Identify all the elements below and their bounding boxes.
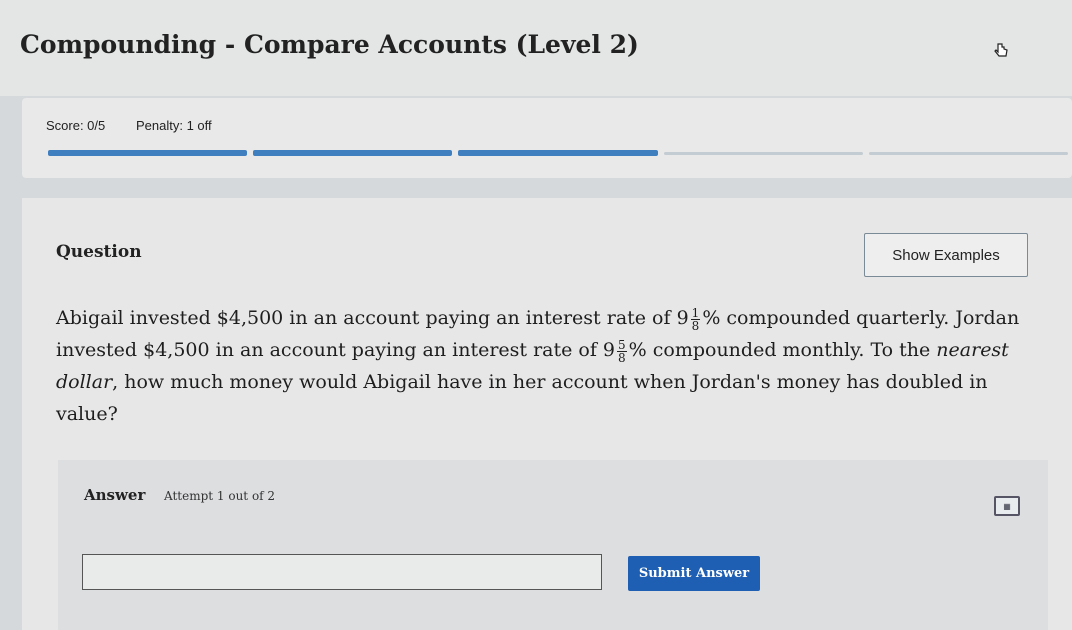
progress-segment bbox=[458, 150, 658, 156]
attempt-counter: Attempt 1 out of 2 bbox=[164, 489, 276, 503]
question-card: Question Show Examples Abigail invested … bbox=[22, 198, 1072, 630]
score-text: Score: 0/5 bbox=[46, 118, 106, 133]
answer-section: Answer Attempt 1 out of 2 ▦ Submit Answe… bbox=[58, 460, 1048, 630]
penalty-text: Penalty: 1 off bbox=[136, 118, 212, 133]
score-card: Score: 0/5 Penalty: 1 off bbox=[22, 98, 1072, 178]
submit-answer-button[interactable]: Submit Answer bbox=[628, 556, 760, 591]
top-bar: Compounding - Compare Accounts (Level 2) bbox=[0, 0, 1072, 96]
question-label: Question bbox=[56, 242, 142, 262]
progress-segment bbox=[868, 152, 1069, 155]
question-text: Abigail invested $4,500 in an account pa… bbox=[56, 305, 1020, 426]
answer-label: Answer bbox=[84, 486, 146, 504]
progress-bar bbox=[48, 150, 1069, 157]
progress-segment bbox=[663, 152, 863, 155]
page-title: Compounding - Compare Accounts (Level 2) bbox=[20, 30, 639, 59]
fraction-five-eighths: 58 bbox=[617, 337, 627, 365]
fraction-one-eighth: 18 bbox=[690, 305, 701, 333]
show-examples-button[interactable]: Show Examples bbox=[864, 233, 1028, 277]
calculator-icon[interactable]: ▦ bbox=[994, 496, 1020, 516]
answer-input[interactable] bbox=[82, 554, 602, 590]
progress-segment bbox=[253, 150, 453, 156]
pointer-hand-icon bbox=[994, 43, 1008, 57]
progress-segment bbox=[48, 150, 248, 156]
